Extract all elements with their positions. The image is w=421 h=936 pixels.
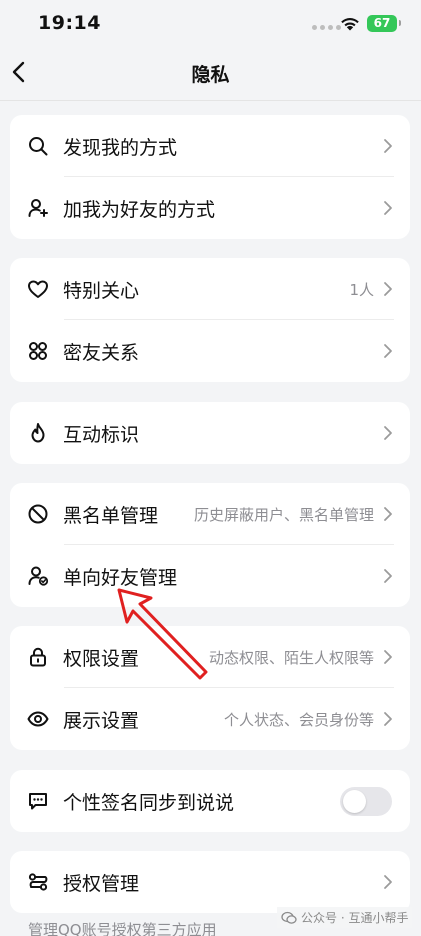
chevron-right-icon bbox=[382, 648, 394, 666]
eye-icon bbox=[26, 707, 50, 731]
authorization-footnote: 管理QQ账号授权第三方应用 bbox=[28, 921, 217, 936]
status-time: 19:14 bbox=[38, 12, 101, 34]
row-label: 加我为好友的方式 bbox=[63, 199, 216, 221]
battery-indicator: 67 bbox=[367, 15, 401, 32]
chevron-right-icon bbox=[382, 280, 394, 298]
settings-group-permissions: 权限设置 动态权限、陌生人权限等 展示设置 个人状态、会员身份等 bbox=[10, 626, 410, 750]
authorization-icon bbox=[26, 870, 50, 894]
row-label: 权限设置 bbox=[63, 648, 140, 670]
header-divider bbox=[0, 100, 421, 101]
row-interaction-marks[interactable]: 互动标识 bbox=[10, 402, 410, 464]
watermark-text: 公众号 · 互通小帮手 bbox=[301, 911, 409, 925]
row-authorization[interactable]: 授权管理 bbox=[10, 851, 410, 913]
row-close-friends[interactable]: 密友关系 bbox=[10, 320, 410, 382]
row-signature-sync: 个性签名同步到说说 bbox=[10, 770, 410, 832]
chevron-right-icon bbox=[382, 424, 394, 442]
row-add-me-as-friend[interactable]: 加我为好友的方式 bbox=[10, 177, 410, 239]
row-permission-settings[interactable]: 权限设置 动态权限、陌生人权限等 bbox=[10, 626, 410, 688]
add-user-icon bbox=[26, 196, 50, 220]
row-label: 密友关系 bbox=[63, 342, 140, 364]
settings-group-authorization: 授权管理 bbox=[10, 851, 410, 913]
chevron-right-icon bbox=[382, 137, 394, 155]
chevron-right-icon bbox=[382, 873, 394, 891]
row-label: 发现我的方式 bbox=[63, 137, 178, 159]
settings-group-interaction: 互动标识 bbox=[10, 402, 410, 464]
block-icon bbox=[26, 502, 50, 526]
row-label: 展示设置 bbox=[63, 710, 140, 732]
chevron-right-icon bbox=[382, 199, 394, 217]
page-title: 隐私 bbox=[191, 64, 230, 86]
settings-group-blocking: 黑名单管理 历史屏蔽用户、黑名单管理 单向好友管理 bbox=[10, 483, 410, 607]
settings-group-discovery: 发现我的方式 加我为好友的方式 bbox=[10, 115, 410, 239]
close-friends-icon bbox=[26, 339, 50, 363]
row-value: 1人 bbox=[349, 281, 374, 299]
chevron-right-icon bbox=[382, 342, 394, 360]
watermark: 公众号 · 互通小帮手 bbox=[277, 907, 413, 928]
chevron-right-icon bbox=[382, 505, 394, 523]
chat-sync-icon bbox=[26, 789, 50, 813]
chevron-right-icon bbox=[382, 710, 394, 728]
search-icon bbox=[26, 134, 50, 158]
one-way-friend-icon bbox=[26, 564, 50, 588]
lock-icon bbox=[26, 645, 50, 669]
row-display-settings[interactable]: 展示设置 个人状态、会员身份等 bbox=[10, 688, 410, 750]
wifi-icon bbox=[341, 18, 359, 31]
row-label: 特别关心 bbox=[63, 280, 140, 302]
row-label: 个性签名同步到说说 bbox=[63, 792, 235, 814]
row-value: 历史屏蔽用户、黑名单管理 bbox=[193, 506, 374, 524]
settings-group-friends: 特别关心 1人 密友关系 bbox=[10, 258, 410, 382]
signature-sync-toggle[interactable] bbox=[340, 787, 392, 816]
row-special-care[interactable]: 特别关心 1人 bbox=[10, 258, 410, 320]
wechat-official-account-icon bbox=[281, 911, 297, 924]
settings-group-signature: 个性签名同步到说说 bbox=[10, 770, 410, 832]
row-value: 动态权限、陌生人权限等 bbox=[208, 649, 374, 667]
row-one-way-friends[interactable]: 单向好友管理 bbox=[10, 545, 410, 607]
row-label: 单向好友管理 bbox=[63, 567, 178, 589]
row-value: 个人状态、会员身份等 bbox=[223, 711, 374, 729]
chevron-right-icon bbox=[382, 567, 394, 585]
row-label: 授权管理 bbox=[63, 873, 140, 895]
row-blacklist[interactable]: 黑名单管理 历史屏蔽用户、黑名单管理 bbox=[10, 483, 410, 545]
nav-bar: 隐私 bbox=[0, 46, 421, 100]
heart-icon bbox=[26, 277, 50, 301]
row-label: 互动标识 bbox=[63, 424, 140, 446]
row-discover-me[interactable]: 发现我的方式 bbox=[10, 115, 410, 177]
flame-icon bbox=[26, 421, 50, 445]
cellular-signal-icon bbox=[312, 25, 341, 30]
toggle-knob bbox=[343, 790, 366, 813]
status-bar: 19:14 67 bbox=[0, 0, 421, 46]
row-label: 黑名单管理 bbox=[63, 505, 159, 527]
